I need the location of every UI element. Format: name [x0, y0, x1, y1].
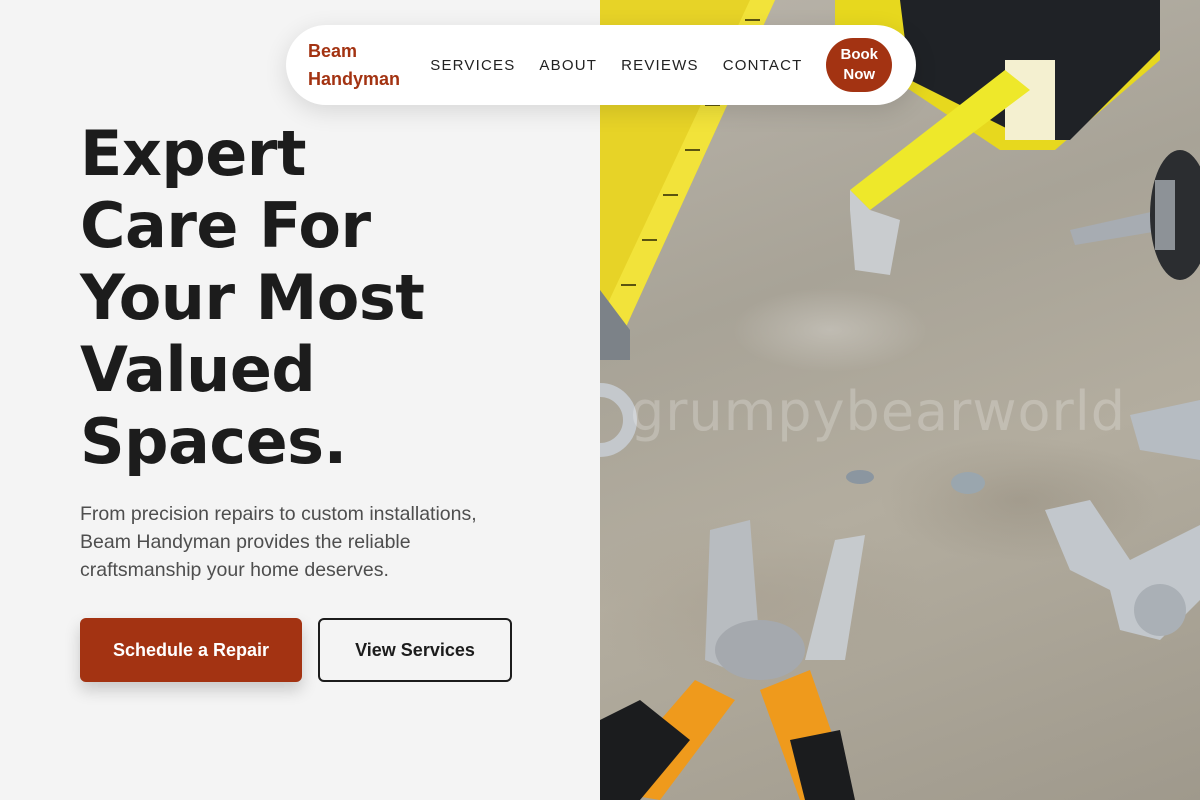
hero-title-line: Spaces. [80, 405, 347, 478]
hero-photo: grumpybearworld [600, 0, 1200, 800]
nav-links: SERVICES ABOUT REVIEWS CONTACT [430, 57, 826, 74]
nav-link-reviews[interactable]: REVIEWS [621, 57, 699, 74]
nav-link-services[interactable]: SERVICES [430, 57, 515, 74]
schedule-repair-button[interactable]: Schedule a Repair [80, 618, 302, 682]
main-nav: Beam Handyman SERVICES ABOUT REVIEWS CON… [286, 25, 916, 105]
hero-section: Expert Care For Your Most Valued Spaces.… [80, 118, 580, 584]
brand-logo[interactable]: Beam Handyman [308, 37, 414, 93]
hero-title-line: Expert [80, 117, 307, 190]
watermark-text: grumpybearworld [630, 380, 1127, 443]
hero-cta-row: Schedule a Repair View Services [80, 618, 512, 682]
hero-title-line: Care For [80, 189, 371, 262]
hero-title: Expert Care For Your Most Valued Spaces. [80, 118, 580, 478]
nav-link-contact[interactable]: CONTACT [723, 57, 803, 74]
book-now-button[interactable]: Book Now [826, 38, 892, 92]
view-services-button[interactable]: View Services [318, 618, 512, 682]
hero-subtitle: From precision repairs to custom install… [80, 503, 477, 581]
nav-link-about[interactable]: ABOUT [539, 57, 597, 74]
screwdriver-icon [1070, 150, 1200, 280]
hero-title-line: Valued [80, 333, 316, 406]
hero-title-line: Your Most [80, 261, 425, 334]
pliers-icon [600, 520, 865, 800]
